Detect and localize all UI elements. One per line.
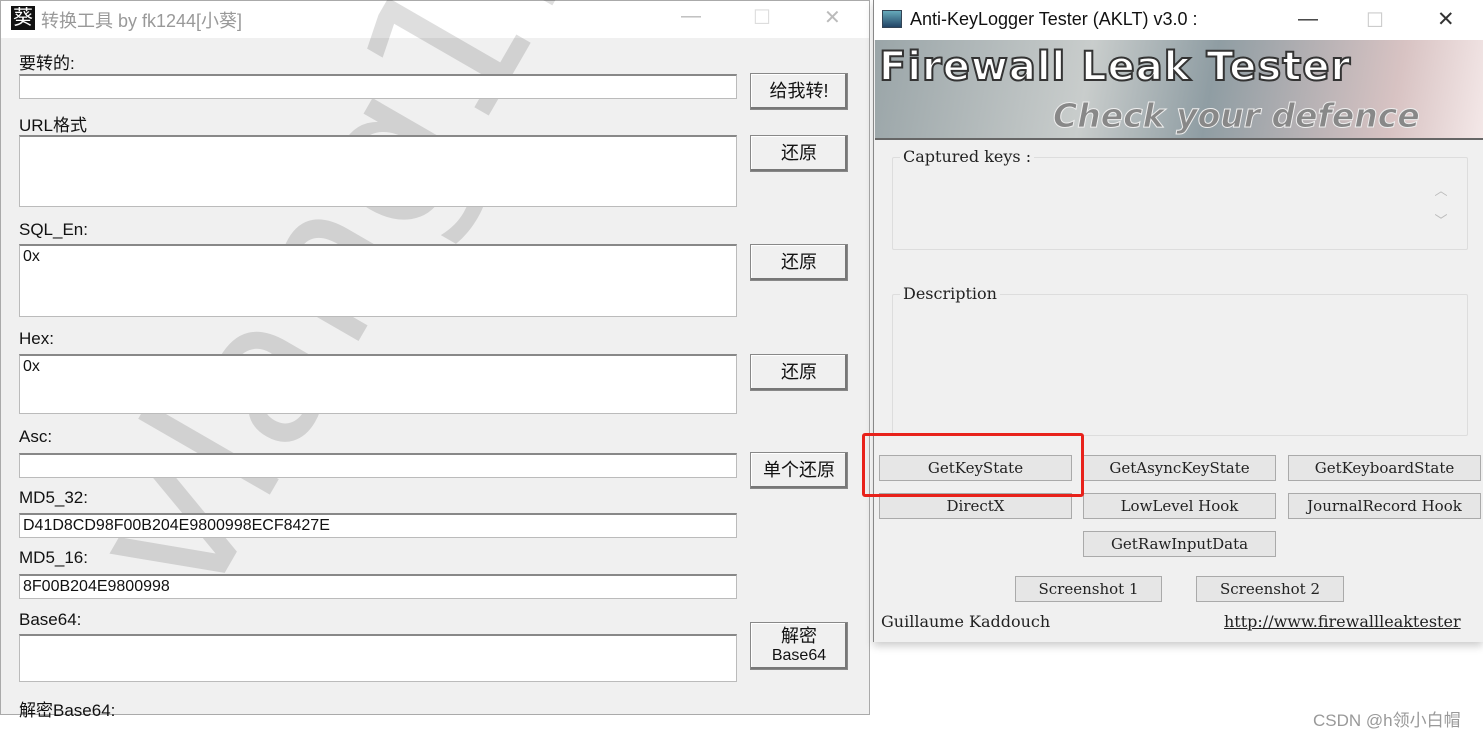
hex-label: Hex: — [19, 329, 54, 348]
scroll-down-icon[interactable]: ﹀ — [1428, 206, 1454, 236]
getkeyboardstate-button[interactable]: GetKeyboardState — [1288, 455, 1481, 481]
scroll-up-icon[interactable]: ︿ — [1428, 176, 1454, 206]
md5-16-label: MD5_16: — [19, 548, 88, 567]
maximize-button[interactable]: ☐ — [753, 5, 771, 30]
captured-keys-label: Captured keys : — [900, 147, 1035, 166]
minimize-button[interactable]: — — [681, 5, 701, 28]
close-button[interactable]: ✕ — [824, 5, 841, 30]
csdn-watermark: CSDN @h领小白帽 — [1313, 711, 1461, 730]
description-group — [892, 294, 1468, 436]
decode-base64-button[interactable]: 解密 Base64 — [750, 622, 848, 670]
asc-restore-button[interactable]: 单个还原 — [750, 452, 848, 489]
sql-restore-button[interactable]: 还原 — [750, 244, 848, 281]
button-line: Base64 — [771, 647, 827, 664]
convert-button[interactable]: 给我转! — [750, 73, 848, 110]
window-title: 转换工具 by fk1244[小葵] — [41, 11, 243, 31]
sql-label: SQL_En: — [19, 220, 88, 239]
screenshot-2-button[interactable]: Screenshot 2 — [1196, 576, 1344, 602]
url-textarea[interactable] — [19, 135, 737, 207]
input-label: 要转的: — [19, 54, 75, 73]
base64-textarea[interactable] — [19, 634, 737, 682]
captured-keys-group — [892, 157, 1468, 250]
hex-textarea[interactable]: 0x — [19, 354, 737, 414]
input-field[interactable] — [19, 74, 737, 99]
base64-label: Base64: — [19, 610, 82, 629]
md5-16-field[interactable]: 8F00B204E9800998 — [19, 574, 737, 599]
captured-keys-scrollbar[interactable]: ︿ ﹀ — [1428, 176, 1454, 240]
url-restore-button[interactable]: 还原 — [750, 135, 848, 172]
journalrecord-hook-button[interactable]: JournalRecord Hook — [1288, 493, 1481, 519]
app-icon: 葵 — [11, 6, 35, 30]
maximize-button[interactable]: ☐ — [1366, 8, 1384, 33]
banner: Firewall Leak Tester Check your defence — [875, 40, 1483, 140]
window-title: Anti-KeyLogger Tester (AKLT) v3.0 : — [910, 9, 1198, 29]
hex-restore-button[interactable]: 还原 — [750, 354, 848, 391]
asc-field[interactable] — [19, 453, 737, 478]
converter-window: 葵 转换工具 by fk1244[小葵] — ☐ ✕ vlang11 要转的: … — [0, 0, 870, 720]
banner-subtitle: Check your defence — [1053, 96, 1421, 136]
minimize-button[interactable]: — — [1298, 8, 1318, 31]
title-bar: Anti-KeyLogger Tester (AKLT) v3.0 : — ☐ … — [874, 0, 1483, 40]
website-link[interactable]: http://www.firewallleaktester — [1224, 612, 1461, 631]
author-text: Guillaume Kaddouch — [881, 612, 1051, 631]
getrawinputdata-button[interactable]: GetRawInputData — [1083, 531, 1276, 557]
md5-32-field[interactable]: D41D8CD98F00B204E9800998ECF8427E — [19, 513, 737, 538]
getasynckeystate-button[interactable]: GetAsyncKeyState — [1083, 455, 1276, 481]
highlight-box — [862, 433, 1084, 497]
screenshot-1-button[interactable]: Screenshot 1 — [1015, 576, 1162, 602]
button-line: 解密 — [781, 626, 817, 646]
decoded-base64-label: 解密Base64: — [19, 701, 116, 720]
title-bar: 葵 转换工具 by fk1244[小葵] — ☐ ✕ — [1, 1, 869, 38]
asc-label: Asc: — [19, 427, 53, 446]
close-button[interactable]: ✕ — [1437, 7, 1455, 32]
app-icon — [882, 10, 902, 28]
url-label: URL格式 — [19, 116, 88, 135]
lowlevel-hook-button[interactable]: LowLevel Hook — [1083, 493, 1276, 519]
banner-title: Firewall Leak Tester — [878, 43, 1352, 91]
sql-textarea[interactable]: 0x — [19, 244, 737, 317]
description-label: Description — [900, 284, 1000, 303]
md5-32-label: MD5_32: — [19, 488, 88, 507]
